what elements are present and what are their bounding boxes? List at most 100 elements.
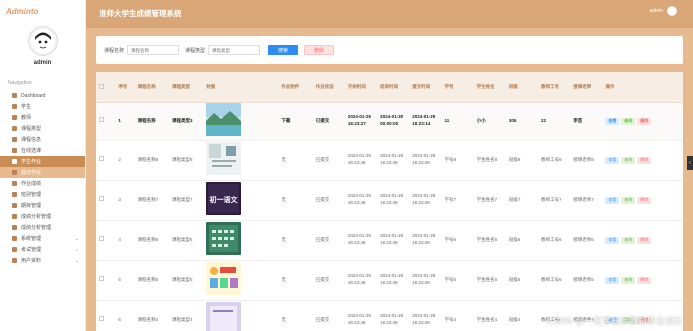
nav-item-label: Dashboard	[21, 92, 46, 99]
view-button[interactable]: 查看	[605, 196, 620, 204]
nav-item-class-manage[interactable]: 班别管理	[0, 189, 85, 200]
cover-image[interactable]	[206, 142, 242, 176]
cell-student-no: 学号8	[441, 140, 474, 181]
nav-item-course-type[interactable]: 课程类型	[0, 123, 85, 134]
cell-teacher: 李芸	[570, 102, 603, 141]
row-checkbox[interactable]	[96, 102, 116, 141]
view-button[interactable]: 查看	[605, 117, 620, 125]
cell-course-type: 课程类型7	[168, 180, 204, 221]
col-header[interactable]: 课程类型	[168, 72, 204, 103]
delete-row-button[interactable]: 删除	[637, 117, 652, 125]
header-user[interactable]: admin	[649, 6, 677, 16]
delete-row-button[interactable]: 删除	[637, 236, 652, 244]
edit-button[interactable]: 修改	[621, 276, 636, 284]
nav-item-label: 学生	[21, 104, 32, 110]
watermark: CSDN @一花学长计算机毕业设计	[546, 316, 683, 326]
select-all-checkbox[interactable]	[96, 72, 116, 103]
cell-end-time: 2024-01-29 16:23:48	[377, 260, 410, 301]
col-header[interactable]: 提交时间	[409, 72, 442, 103]
cell-submit-time: 2024-01-29 16:23:48	[409, 260, 442, 301]
cell-teacher: 授课老师7	[570, 180, 603, 221]
delete-row-button[interactable]: 删除	[637, 276, 652, 284]
cover-image[interactable]: 初一语文	[206, 182, 242, 216]
nav-item-profile[interactable]: 用户资料 ⌄	[0, 255, 85, 266]
analysis-icon	[12, 214, 17, 219]
nav-item-course-select[interactable]: 在线选课	[0, 145, 85, 156]
nav-item-submit-homework[interactable]: 提交作业	[0, 167, 85, 178]
course-type-input[interactable]	[208, 45, 261, 55]
cover-image[interactable]	[206, 262, 242, 296]
table-header: 序号 课程名称 课程类型 封面 作业附件 作业状态 开始时间 结束时间 提交时间…	[96, 72, 683, 103]
view-button[interactable]: 查看	[605, 156, 620, 164]
top-header: 淮师大学生成绩管理系统 admin	[86, 0, 693, 28]
col-header[interactable]: 班级	[505, 72, 539, 103]
col-header[interactable]: 教师工号	[538, 72, 571, 103]
nav-item-student-homework[interactable]: 学生作业	[0, 156, 85, 167]
cell-class: 班级8	[505, 140, 539, 181]
col-header[interactable]: 授课老师	[570, 72, 603, 103]
col-header[interactable]: 开始时间	[344, 72, 378, 103]
col-header[interactable]: 学号	[441, 72, 474, 103]
delete-row-button[interactable]: 删除	[637, 156, 652, 164]
row-checkbox[interactable]	[96, 260, 116, 301]
cell-student-no: 学号5	[441, 260, 474, 301]
nav-item-dashboard[interactable]: Dashboard	[0, 90, 85, 101]
cover-image[interactable]	[206, 103, 242, 137]
nav-item-student[interactable]: 学生	[0, 101, 85, 112]
brand-logo[interactable]: Adminto	[0, 0, 85, 22]
delete-button[interactable]: 删除	[304, 45, 335, 55]
cell-ops: 查看 修改 删除	[602, 260, 683, 301]
nav-item-homework-score[interactable]: 作业成绩	[0, 178, 85, 189]
nav-section-title: Navigation	[8, 80, 32, 86]
nav-item-teacher[interactable]: 教师	[0, 112, 85, 123]
avatar[interactable]	[667, 6, 677, 16]
row-checkbox[interactable]	[96, 220, 116, 261]
nav-item-exam[interactable]: 考试管理 ⌄	[0, 244, 85, 255]
edit-button[interactable]: 修改	[621, 236, 636, 244]
nav-item-label: 课程信息	[21, 137, 42, 143]
course-name-input[interactable]	[127, 45, 180, 55]
cell-cover	[203, 260, 279, 301]
edit-button[interactable]: 修改	[621, 156, 636, 164]
nav-item-system[interactable]: 系统管理 ⌄	[0, 233, 85, 244]
edit-button[interactable]: 修改	[621, 196, 636, 204]
panel-toggle-arrow-icon[interactable]: ‹	[687, 156, 693, 170]
avatar[interactable]	[27, 26, 58, 56]
col-header[interactable]: 课程名称	[134, 72, 169, 103]
table-row: 2 课程名称8 课程类型8 无 已提交 2024-01-29 16:23:48 …	[96, 140, 683, 181]
view-button[interactable]: 查看	[605, 276, 620, 284]
cell-start-time: 2024-01-29 16:23:48	[344, 180, 378, 221]
row-index: 6	[115, 300, 135, 331]
row-checkbox[interactable]	[96, 300, 116, 331]
nav-item-label: 作业成绩	[21, 181, 42, 187]
user-profile: admin	[0, 26, 85, 66]
delete-row-button[interactable]: 删除	[637, 196, 652, 204]
nav-item-score-analysis-2[interactable]: 成绩分析管理	[0, 222, 85, 233]
data-table: 序号 课程名称 课程类型 封面 作业附件 作业状态 开始时间 结束时间 提交时间…	[96, 72, 683, 331]
nav-item-course-info[interactable]: 课程信息	[0, 134, 85, 145]
row-checkbox[interactable]	[96, 140, 116, 181]
chevron-down-icon: ⌄	[74, 257, 79, 264]
cell-course-name: 课程名称7	[134, 180, 169, 221]
cell-course-type: 课程类型4	[168, 300, 204, 331]
edit-button[interactable]: 修改	[621, 117, 636, 125]
col-header[interactable]: 学生姓名	[473, 72, 506, 103]
row-checkbox[interactable]	[96, 180, 116, 221]
cover-image[interactable]	[206, 302, 242, 331]
col-header[interactable]: 作业状态	[312, 72, 345, 103]
cell-course-type: 课程类型8	[168, 140, 204, 181]
cell-start-time: 2024-01-29 16:23:48	[344, 220, 378, 261]
col-header[interactable]: 结束时间	[377, 72, 410, 103]
view-button[interactable]: 查看	[605, 236, 620, 244]
nav-item-score-analysis[interactable]: 成绩分析管理	[0, 211, 85, 222]
col-header[interactable]: 作业附件	[278, 72, 313, 103]
search-button[interactable]: 搜索	[268, 45, 299, 55]
row-index: 4	[115, 220, 135, 261]
cell-course-name: 课程名称5	[134, 260, 169, 301]
nav-item-term-manage[interactable]: 期目管理	[0, 200, 85, 211]
cell-submit-time: 2024-01-29 16:23:48	[409, 220, 442, 261]
cell-course-name: 课程名称6	[134, 220, 169, 261]
cover-image[interactable]	[206, 222, 242, 256]
analysis-icon	[12, 225, 17, 230]
download-link[interactable]: 下载	[278, 102, 313, 141]
